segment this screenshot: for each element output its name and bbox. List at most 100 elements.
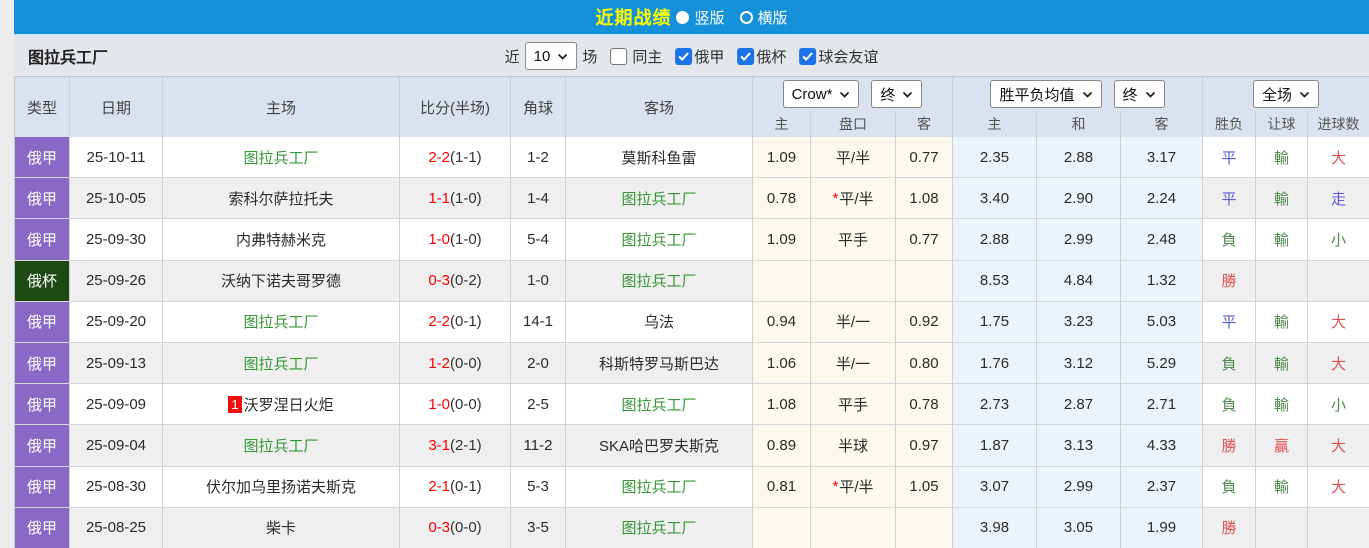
score-cell: 1-2 (0-0) bbox=[400, 342, 511, 385]
europe-odds-select[interactable]: 胜平负均值 bbox=[990, 80, 1102, 108]
filter-bar: 图拉兵工厂 近 10 场 同主 俄甲 俄杯 球会友谊 bbox=[14, 36, 1369, 76]
scope-select[interactable]: 全场 bbox=[1252, 80, 1319, 108]
home-team-name[interactable]: 图拉兵工厂 bbox=[243, 353, 318, 374]
away-team-name[interactable]: 图拉兵工厂 bbox=[621, 229, 696, 250]
eu-home-odds: 2.73 bbox=[953, 384, 1037, 426]
home-team-cell: 图拉兵工厂 bbox=[163, 137, 400, 179]
handicap-line: 平/半 bbox=[839, 190, 874, 208]
home-team-name[interactable]: 图拉兵工厂 bbox=[243, 435, 318, 456]
half-time-score: (0-1) bbox=[450, 313, 482, 331]
col-header-home: 主场 bbox=[163, 77, 400, 137]
bookmaker-stage-select[interactable]: 终 bbox=[871, 80, 923, 108]
goals-cell: 大 bbox=[1308, 301, 1369, 343]
league-badge: 俄甲 bbox=[15, 178, 70, 220]
let-ball-cell bbox=[1256, 507, 1308, 548]
away-team-name[interactable]: 科斯特罗马斯巴达 bbox=[599, 353, 719, 374]
result-cell: 平 bbox=[1203, 178, 1256, 220]
col-header-corner: 角球 bbox=[511, 77, 566, 137]
full-time-score: 2-2 bbox=[428, 148, 450, 166]
goals-cell bbox=[1308, 260, 1369, 302]
away-team-name[interactable]: 图拉兵工厂 bbox=[621, 188, 696, 209]
away-team-name[interactable]: 乌法 bbox=[644, 311, 674, 332]
league-filter-label-0[interactable]: 俄甲 bbox=[694, 46, 724, 67]
home-team-name[interactable]: 内弗特赫米克 bbox=[236, 229, 326, 250]
bookmaker-select[interactable]: Crow* bbox=[782, 80, 860, 108]
half-time-score: (0-1) bbox=[450, 478, 482, 496]
away-team-name[interactable]: 图拉兵工厂 bbox=[621, 394, 696, 415]
away-team-name[interactable]: 莫斯科鱼雷 bbox=[621, 147, 696, 168]
europe-stage-select[interactable]: 终 bbox=[1113, 80, 1165, 108]
eu-away-odds: 2.71 bbox=[1121, 384, 1203, 426]
home-team-name[interactable]: 沃罗涅日火炬 bbox=[244, 394, 334, 415]
same-home-checkbox[interactable] bbox=[610, 47, 628, 65]
ah-away-odds: 0.77 bbox=[896, 137, 953, 179]
home-team-cell: 图拉兵工厂 bbox=[163, 342, 400, 385]
league-filter-label-1[interactable]: 俄杯 bbox=[756, 46, 786, 67]
league-filter-checkbox-1[interactable] bbox=[737, 47, 755, 65]
eu-home-odds: 3.40 bbox=[953, 178, 1037, 220]
full-time-score: 2-1 bbox=[428, 478, 450, 496]
away-team-cell: SKA哈巴罗夫斯克 bbox=[566, 425, 753, 467]
result-cell: 勝 bbox=[1203, 260, 1256, 302]
sub-header-eu-draw: 和 bbox=[1037, 111, 1121, 137]
goals-cell: 小 bbox=[1308, 219, 1369, 261]
vertical-layout-radio[interactable] bbox=[676, 10, 690, 24]
score-cell: 1-0 (0-0) bbox=[400, 384, 511, 426]
match-row: 俄甲 25-09-09 1 沃罗涅日火炬 1-0 (0-0) 2-5 图拉兵工厂… bbox=[15, 384, 1369, 426]
match-count-select[interactable]: 10 bbox=[524, 42, 578, 70]
same-home-label[interactable]: 同主 bbox=[632, 46, 662, 67]
away-team-name[interactable]: 图拉兵工厂 bbox=[621, 270, 696, 291]
col-header-type: 类型 bbox=[15, 77, 70, 137]
home-team-name[interactable]: 沃纳下诺夫哥罗德 bbox=[221, 270, 341, 291]
full-time-score: 3-1 bbox=[428, 436, 450, 454]
home-team-name[interactable]: 图拉兵工厂 bbox=[243, 147, 318, 168]
full-time-score: 0-3 bbox=[428, 519, 450, 537]
home-team-name[interactable]: 图拉兵工厂 bbox=[243, 311, 318, 332]
match-date: 25-09-09 bbox=[70, 384, 163, 426]
away-team-cell: 莫斯科鱼雷 bbox=[566, 137, 753, 179]
table-body: 俄甲 25-10-11 图拉兵工厂 2-2 (1-1) 1-2 莫斯科鱼雷 1.… bbox=[14, 137, 1369, 548]
chevron-down-icon bbox=[1082, 91, 1092, 98]
chevron-down-icon bbox=[840, 91, 850, 98]
eu-draw-odds: 2.99 bbox=[1037, 219, 1121, 261]
result-cell: 平 bbox=[1203, 301, 1256, 343]
ah-home-odds: 0.89 bbox=[753, 425, 811, 467]
horizontal-layout-radio[interactable] bbox=[739, 10, 753, 24]
league-badge: 俄甲 bbox=[15, 137, 70, 179]
home-team-cell: 内弗特赫米克 bbox=[163, 219, 400, 261]
corner-cell: 3-5 bbox=[511, 507, 566, 548]
home-team-cell: 索科尔萨拉托夫 bbox=[163, 178, 400, 220]
home-team-name[interactable]: 索科尔萨拉托夫 bbox=[228, 188, 333, 209]
sub-header-handicap: 盘口 bbox=[811, 111, 896, 137]
vertical-layout-label[interactable]: 竖版 bbox=[694, 7, 724, 28]
europe-selector-group: 胜平负均值 终 bbox=[953, 77, 1203, 111]
league-filter-label-2[interactable]: 球会友谊 bbox=[818, 46, 878, 67]
league-filter-checkbox-2[interactable] bbox=[799, 47, 817, 65]
result-cell: 負 bbox=[1203, 466, 1256, 508]
league-filter-checkbox-0[interactable] bbox=[675, 47, 693, 65]
league-badge: 俄甲 bbox=[15, 425, 70, 467]
ah-away-odds bbox=[896, 507, 953, 548]
result-cell: 負 bbox=[1203, 219, 1256, 261]
league-badge: 俄杯 bbox=[15, 260, 70, 302]
half-time-score: (0-2) bbox=[450, 272, 482, 290]
scope-selector-group: 全场 bbox=[1203, 77, 1369, 111]
check-icon bbox=[802, 51, 814, 61]
eu-draw-odds: 3.23 bbox=[1037, 301, 1121, 343]
home-team-name[interactable]: 柴卡 bbox=[266, 517, 296, 538]
goals-cell: 大 bbox=[1308, 137, 1369, 179]
away-team-name[interactable]: 图拉兵工厂 bbox=[621, 476, 696, 497]
eu-home-odds: 2.35 bbox=[953, 137, 1037, 179]
home-team-name[interactable]: 伏尔加乌里扬诺夫斯克 bbox=[206, 476, 356, 497]
score-cell: 0-3 (0-0) bbox=[400, 507, 511, 548]
away-team-name[interactable]: 图拉兵工厂 bbox=[621, 517, 696, 538]
away-team-cell: 图拉兵工厂 bbox=[566, 507, 753, 548]
away-team-name[interactable]: SKA哈巴罗夫斯克 bbox=[599, 435, 719, 456]
eu-draw-odds: 3.12 bbox=[1037, 342, 1121, 385]
horizontal-layout-label[interactable]: 横版 bbox=[758, 7, 788, 28]
corner-cell: 11-2 bbox=[511, 425, 566, 467]
home-team-cell: 图拉兵工厂 bbox=[163, 301, 400, 343]
ah-away-odds: 0.97 bbox=[896, 425, 953, 467]
eu-home-odds: 2.88 bbox=[953, 219, 1037, 261]
match-row: 俄甲 25-09-20 图拉兵工厂 2-2 (0-1) 14-1 乌法 0.94… bbox=[15, 301, 1369, 343]
